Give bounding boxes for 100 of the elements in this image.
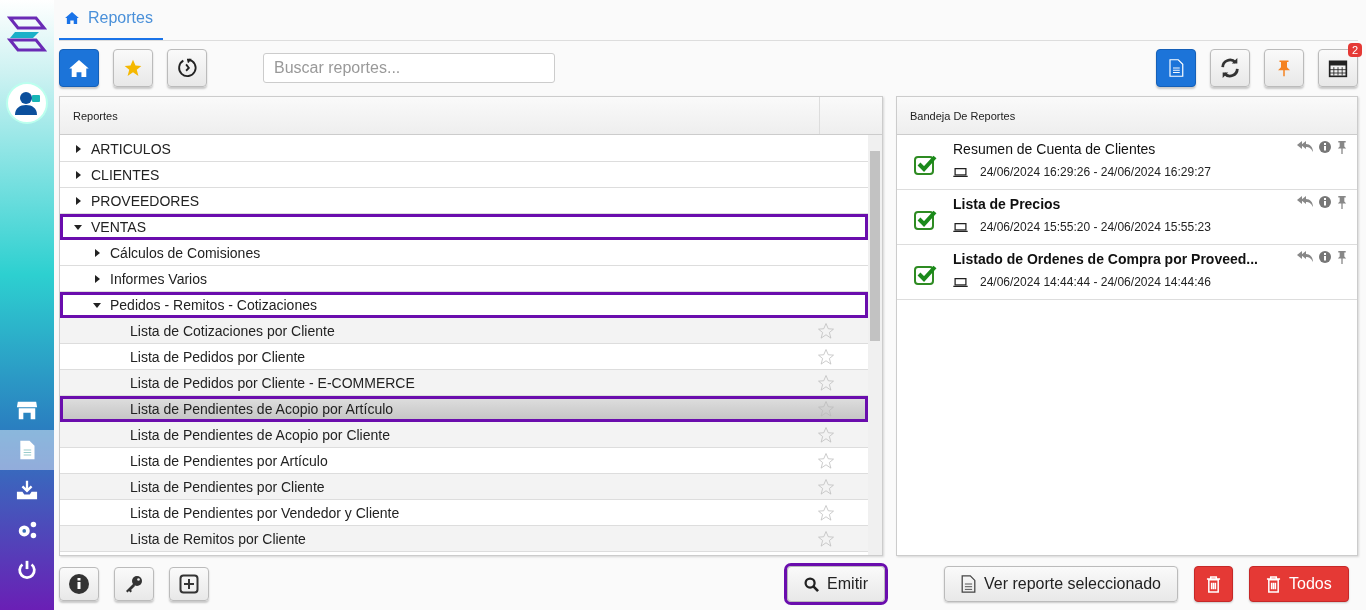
time-range: 24/06/2024 14:44:44 - 24/06/2024 14:44:46 [980,275,1211,289]
star-icon[interactable] [817,347,835,366]
row-label: Lista de Pendientes de Acopio por Artículo [130,400,395,417]
document-icon [17,439,37,461]
refresh-button[interactable] [1210,49,1250,87]
download-icon [16,479,38,501]
report-title[interactable]: Resumen de Cuenta de Clientes [953,141,1297,157]
report-row[interactable]: Lista de Pendientes por Vendedor y Cliente [60,500,868,526]
trash-icon [1266,575,1281,593]
reply-all-icon[interactable] [1297,196,1313,208]
view-report-button[interactable]: Ver reporte seleccionado [944,566,1178,602]
folder-row[interactable]: Pedidos - Remitos - Cotizaciones [60,292,868,318]
caret-icon [74,144,82,153]
star-icon[interactable] [817,529,835,548]
star-icon[interactable] [817,399,835,418]
row-label: Lista de Remitos por Cliente [130,530,307,547]
row-label: Lista de Pendientes de Acopio por Cliente [130,426,391,443]
refresh-icon [1219,57,1241,79]
settings-icon [16,519,38,541]
caret-icon [93,300,101,309]
info-icon[interactable] [1319,251,1331,263]
star-icon[interactable] [817,425,835,444]
store-icon [16,399,38,421]
row-label: ARTICULOS [91,140,172,157]
history-icon [176,57,198,79]
notification-badge: 2 [1347,43,1362,57]
row-label: Lista de Pendientes por Artículo [130,452,329,469]
report-row[interactable]: Lista de Pendientes de Acopio por Cliente [60,422,868,448]
search-field[interactable]: Buscar reportes... [263,53,555,83]
row-label: Lista de Pendientes por Vendedor y Cliente [130,504,401,521]
power-icon [16,559,38,581]
row-label: CLIENTES [91,166,161,183]
delete-button[interactable] [1194,566,1233,602]
report-row[interactable]: Lista de Pendientes por Artículo [60,448,868,474]
report-row[interactable]: Lista de Cotizaciones por Cliente [60,318,868,344]
scrollbar[interactable] [868,135,882,555]
row-label: Lista de Cotizaciones por Cliente [130,322,336,339]
calendar-icon [1328,58,1348,78]
key-icon [124,574,144,594]
report-row[interactable]: Lista de Pendientes de Acopio por Artículo [60,396,868,422]
caret-icon [74,196,82,205]
logo-icon [7,14,47,54]
delete-all-button[interactable]: Todos [1249,566,1349,602]
home-icon [69,59,89,77]
pin-button[interactable] [1264,49,1304,87]
reply-all-icon[interactable] [1297,251,1313,263]
report-title[interactable]: Listado de Ordenes de Compra por Proveed... [953,251,1297,267]
folder-row[interactable]: PROVEEDORES [60,188,868,214]
caret-icon [74,170,82,179]
folder-row[interactable]: ARTICULOS [60,136,868,162]
user-avatar[interactable] [6,82,48,124]
report-row[interactable]: Lista de Remitos por Cliente [60,526,868,552]
caret-icon [93,248,101,257]
caret-icon [74,222,82,231]
report-title[interactable]: Lista de Precios [953,196,1297,212]
folder-row[interactable]: Informes Varios [60,266,868,292]
plus-icon [179,574,199,594]
panel-title: Reportes [72,109,119,122]
report-row[interactable]: Lista de Pedidos por Cliente [60,344,868,370]
pin-icon[interactable] [1337,196,1347,209]
folder-row[interactable]: CLIENTES [60,162,868,188]
search-icon [804,576,820,592]
info-button[interactable] [59,567,99,601]
document-icon [1167,57,1185,79]
key-button[interactable] [114,567,154,601]
home-button[interactable] [59,49,99,87]
home-icon [65,12,79,24]
star-icon[interactable] [817,477,835,496]
info-icon[interactable] [1319,196,1331,208]
row-label: Pedidos - Remitos - Cotizaciones [110,296,318,313]
star-icon[interactable] [817,373,835,392]
reply-all-icon[interactable] [1297,141,1313,153]
row-label: VENTAS [91,218,147,235]
row-label: Cálculos de Comisiones [110,244,262,261]
star-icon [123,58,143,78]
laptop-icon [953,277,968,287]
history-button[interactable] [167,49,207,87]
document-button[interactable] [1156,49,1196,87]
laptop-icon [953,222,968,232]
row-label: PROVEEDORES [91,192,201,209]
pin-icon[interactable] [1337,251,1347,264]
report-row[interactable]: Lista de Pendientes por Cliente [60,474,868,500]
info-icon [69,574,89,594]
trash-icon [1206,575,1221,593]
emit-button[interactable]: Emitir [787,566,885,602]
add-button[interactable] [169,567,209,601]
row-label: Lista de Pendientes por Cliente [130,478,326,495]
star-icon[interactable] [817,503,835,522]
time-range: 24/06/2024 16:29:26 - 24/06/2024 16:29:27 [980,165,1211,179]
laptop-icon [953,167,968,177]
star-icon[interactable] [817,451,835,470]
favorites-button[interactable] [113,49,153,87]
pin-icon[interactable] [1337,141,1347,154]
folder-row[interactable]: VENTAS [60,214,868,240]
report-row[interactable]: Lista de Pedidos por Cliente - E-COMMERCE [60,370,868,396]
star-icon[interactable] [817,321,835,340]
folder-row[interactable]: Cálculos de Comisiones [60,240,868,266]
row-label: Lista de Pedidos por Cliente - E-COMMERCE [130,374,416,391]
info-icon[interactable] [1319,141,1331,153]
panel-title: Bandeja De Reportes [909,109,1017,122]
